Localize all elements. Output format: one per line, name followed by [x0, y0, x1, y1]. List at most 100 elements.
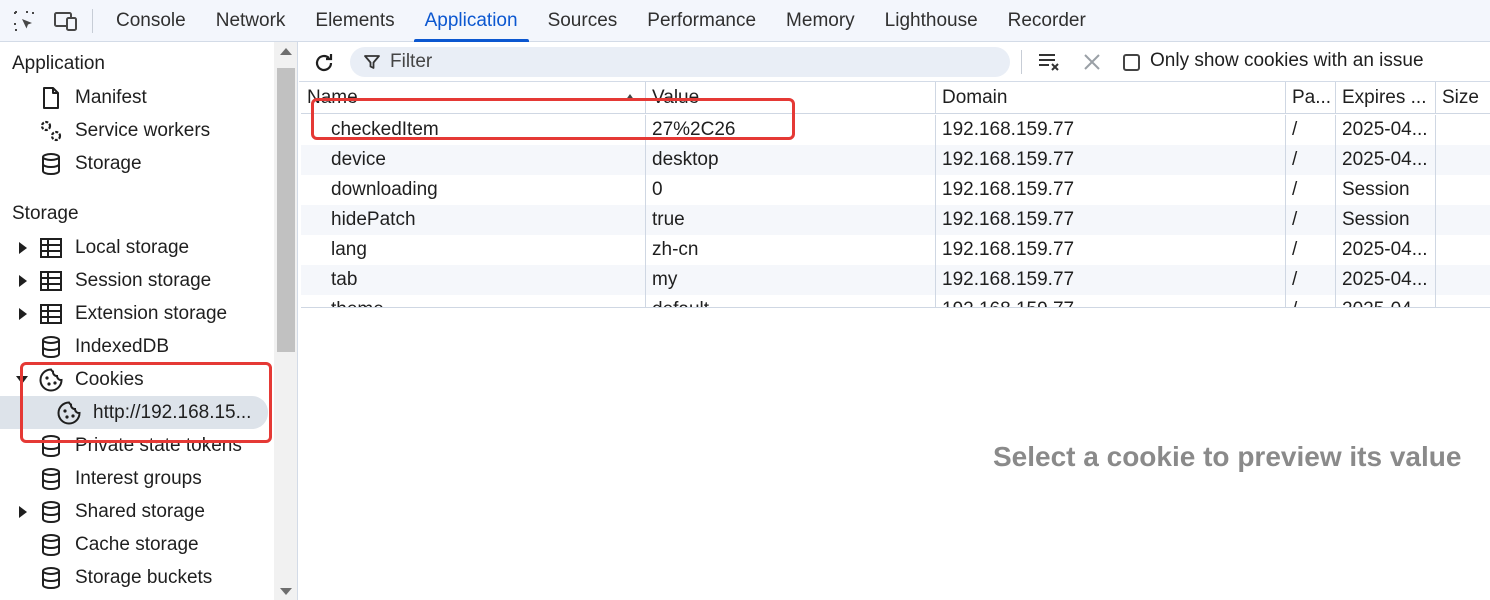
cell-value: 0	[646, 175, 936, 205]
table-icon	[38, 235, 64, 261]
toolbar-divider	[92, 8, 93, 33]
sidebar-item-label: Session storage	[75, 269, 212, 291]
sidebar-item-label: Extension storage	[75, 302, 228, 324]
sidebar-item-local-storage[interactable]: Local storage	[0, 231, 270, 264]
table-row[interactable]: themedefault192.168.159.77/2025-04...	[301, 295, 1490, 307]
gears-icon	[38, 118, 64, 144]
expand-arrow-icon[interactable]	[19, 274, 27, 287]
sidebar-scrollbar[interactable]	[274, 42, 297, 600]
filter-icon	[364, 55, 380, 69]
sidebar-item-label: Interest groups	[75, 467, 202, 489]
database-icon	[38, 151, 64, 177]
filter-placeholder: Filter	[390, 51, 433, 72]
cell-path: /	[1286, 175, 1336, 205]
sidebar-item-shared-storage[interactable]: Shared storage	[0, 495, 270, 528]
document-icon	[38, 85, 64, 111]
sidebar-item-indexeddb[interactable]: IndexedDB	[0, 330, 270, 363]
tab-memory[interactable]: Memory	[771, 0, 870, 42]
database-icon	[38, 499, 64, 525]
delete-selected-button[interactable]	[1078, 48, 1106, 76]
sidebar-item-label: Local storage	[75, 236, 190, 258]
column-header-path[interactable]: Pa...	[1286, 82, 1336, 114]
column-header-domain[interactable]: Domain	[936, 82, 1286, 114]
tab-elements[interactable]: Elements	[300, 0, 409, 42]
table-icon	[38, 268, 64, 294]
sidebar-item-label: Storage buckets	[75, 566, 213, 588]
database-icon	[38, 466, 64, 492]
cell-name: theme	[301, 295, 646, 307]
cell-expires: Session	[1336, 205, 1436, 235]
sidebar-item-cache-storage[interactable]: Cache storage	[0, 528, 270, 561]
tab-application[interactable]: Application	[410, 0, 533, 42]
cell-name: lang	[301, 235, 646, 265]
refresh-button[interactable]	[310, 49, 338, 77]
cell-name: device	[301, 145, 646, 175]
cell-expires: Session	[1336, 175, 1436, 205]
tab-sources[interactable]: Sources	[533, 0, 633, 42]
tab-recorder[interactable]: Recorder	[993, 0, 1101, 42]
column-header-expires[interactable]: Expires ...	[1336, 82, 1436, 114]
scroll-up-icon[interactable]	[280, 48, 292, 55]
refresh-icon	[315, 54, 333, 72]
cell-expires: 2025-04...	[1336, 145, 1436, 175]
cell-size	[1436, 205, 1490, 235]
sidebar-item-label: IndexedDB	[75, 335, 170, 357]
cell-domain: 192.168.159.77	[936, 295, 1286, 307]
sidebar-item-storage-overview[interactable]: Storage	[0, 147, 270, 180]
cell-value: default	[646, 295, 936, 307]
clear-filtered-icon	[1039, 54, 1059, 71]
cell-expires: 2025-04...	[1336, 295, 1436, 307]
only-issues-checkbox[interactable]	[1123, 54, 1140, 71]
cell-size	[1436, 115, 1490, 145]
scrollbar-thumb[interactable]	[277, 68, 295, 352]
sidebar-item-service-workers[interactable]: Service workers	[0, 114, 270, 147]
tab-performance[interactable]: Performance	[632, 0, 771, 42]
tab-console[interactable]: Console	[101, 0, 201, 42]
scroll-down-icon[interactable]	[280, 588, 292, 595]
highlight-box-cookies-sidebar	[20, 362, 272, 443]
tab-lighthouse[interactable]: Lighthouse	[870, 0, 993, 42]
table-row[interactable]: downloading 0 192.168.159.77/Session	[301, 175, 1490, 205]
cell-path: /	[1286, 145, 1336, 175]
only-issues-label[interactable]: Only show cookies with an issue	[1150, 50, 1424, 72]
column-header-size[interactable]: Size	[1436, 82, 1490, 114]
table-row[interactable]: device desktop 192.168.159.77/2025-04...	[301, 145, 1490, 175]
inspect-element-button[interactable]	[6, 3, 42, 39]
cell-size	[1436, 235, 1490, 265]
close-icon	[1084, 54, 1100, 70]
sidebar-item-storage-buckets[interactable]: Storage buckets	[0, 561, 270, 594]
highlight-box-cookie-row	[311, 98, 795, 140]
device-toolbar-button[interactable]	[48, 3, 84, 39]
section-title-storage: Storage	[12, 203, 79, 224]
sidebar-item-interest-groups[interactable]: Interest groups	[0, 462, 270, 495]
expand-arrow-icon[interactable]	[19, 307, 27, 320]
database-icon	[38, 532, 64, 558]
table-row[interactable]: lang zh-cn 192.168.159.77/2025-04...	[301, 235, 1490, 265]
cell-expires: 2025-04...	[1336, 265, 1436, 295]
cell-value: true	[646, 205, 936, 235]
sidebar-item-session-storage[interactable]: Session storage	[0, 264, 270, 297]
tab-network[interactable]: Network	[201, 0, 301, 42]
cookies-toolbar: Filter Only show cookies with an issue	[299, 42, 1490, 82]
inspect-element-icon	[14, 10, 34, 31]
filter-input[interactable]: Filter	[350, 47, 1010, 77]
cell-path: /	[1286, 265, 1336, 295]
cell-size	[1436, 145, 1490, 175]
cell-name: hidePatch	[301, 205, 646, 235]
sidebar-item-manifest[interactable]: Manifest	[0, 81, 270, 114]
table-row[interactable]: tab my 192.168.159.77/2025-04...	[301, 265, 1490, 295]
clear-all-cookies-button[interactable]	[1036, 48, 1064, 76]
expand-arrow-icon[interactable]	[19, 505, 27, 518]
cell-domain: 192.168.159.77	[936, 115, 1286, 145]
sidebar-item-extension-storage[interactable]: Extension storage	[0, 297, 270, 330]
sidebar-item-label: Service workers	[75, 119, 211, 141]
cell-domain: 192.168.159.77	[936, 175, 1286, 205]
expand-arrow-icon[interactable]	[19, 241, 27, 254]
section-title-application: Application	[12, 53, 105, 74]
toolbar-divider	[1021, 50, 1022, 74]
cell-name: downloading	[301, 175, 646, 205]
cell-value: desktop	[646, 145, 936, 175]
table-row[interactable]: hidePatch true 192.168.159.77/Session	[301, 205, 1490, 235]
cell-expires: 2025-04...	[1336, 115, 1436, 145]
database-icon	[38, 565, 64, 591]
